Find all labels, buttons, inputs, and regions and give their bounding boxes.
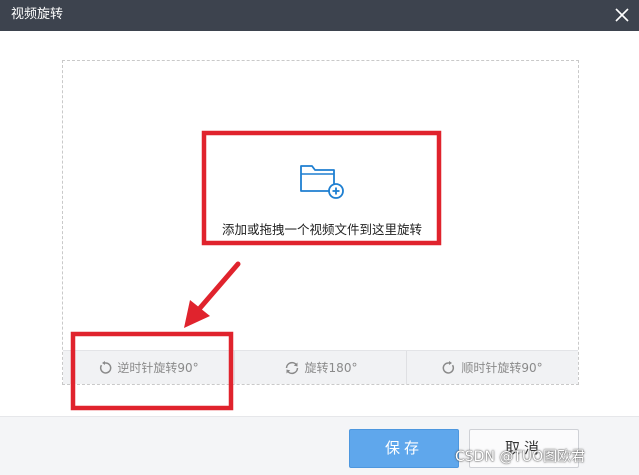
video-drop-area[interactable]: 添加或拖拽一个视频文件到这里旋转 逆时针旋转90° 旋转180° 顺时针旋转90… <box>62 60 579 385</box>
window-title: 视频旋转 <box>11 7 64 22</box>
rotate-clockwise-label: 顺时针旋转90° <box>461 361 543 375</box>
rotate-180-label: 旋转180° <box>304 361 358 375</box>
rotate-180-button[interactable]: 旋转180° <box>235 351 407 384</box>
rotate-180-icon <box>285 361 298 374</box>
drop-hint-text: 添加或拖拽一个视频文件到这里旋转 <box>221 222 422 237</box>
rotate-counterclockwise-label: 逆时针旋转90° <box>117 361 199 375</box>
csdn-watermark: CSDN @TUO图欧君 <box>455 449 586 465</box>
rotate-left-icon <box>100 360 112 374</box>
save-button[interactable]: 保存 <box>349 429 459 468</box>
close-icon[interactable] <box>611 4 633 26</box>
rotate-counterclockwise-button[interactable]: 逆时针旋转90° <box>63 351 235 384</box>
rotate-toolbar: 逆时针旋转90° 旋转180° 顺时针旋转90° <box>63 350 578 384</box>
rotate-right-icon <box>442 360 455 374</box>
add-video-target[interactable]: 添加或拖拽一个视频文件到这里旋转 <box>202 143 442 248</box>
title-bar: 视频旋转 <box>0 0 639 31</box>
rotate-clockwise-button[interactable]: 顺时针旋转90° <box>407 351 578 384</box>
folder-add-icon <box>299 160 347 200</box>
